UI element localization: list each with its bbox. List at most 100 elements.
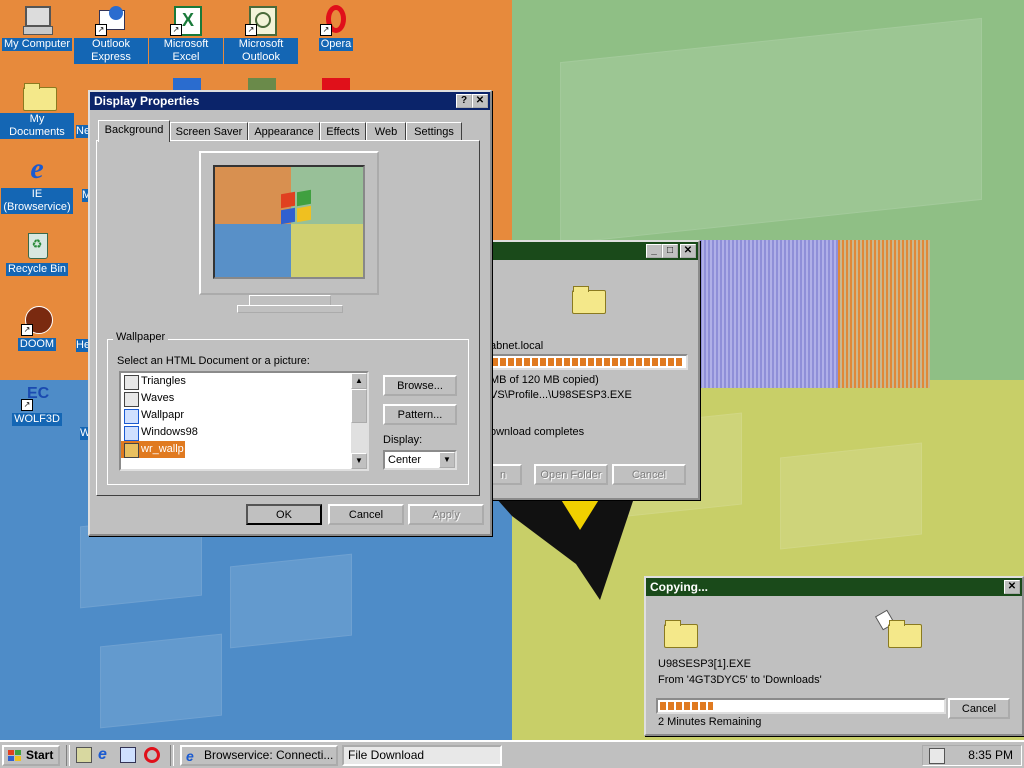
desktop-icon-label: Opera xyxy=(318,38,354,51)
internet-explorer-icon: e xyxy=(186,748,194,764)
html-document-icon xyxy=(124,426,139,441)
cancel-download-button[interactable]: Cancel xyxy=(612,464,686,485)
display-properties-window: Display Properties ? ✕ Background Screen… xyxy=(88,90,492,536)
tab-appearance[interactable]: Appearance xyxy=(248,122,320,141)
desktop-icon-opera[interactable]: ↗ Opera xyxy=(299,4,373,51)
download-source: abnet.local xyxy=(490,340,544,352)
close-button[interactable]: ✕ xyxy=(472,94,488,108)
download-path-text: VS\Profile...\U98SESP3.EXE xyxy=(490,389,632,401)
wallpaper-tile xyxy=(100,633,222,729)
file-download-titlebar[interactable]: _ □ ✕ xyxy=(486,242,698,260)
display-select[interactable]: Center ▼ xyxy=(383,450,457,470)
apply-button[interactable]: Apply xyxy=(408,504,484,525)
monitor-preview xyxy=(199,151,379,295)
tab-effects[interactable]: Effects xyxy=(320,122,366,141)
internet-explorer-icon[interactable]: e xyxy=(98,747,114,763)
cancel-button[interactable]: Cancel xyxy=(328,504,404,525)
list-item[interactable]: Triangles xyxy=(121,373,367,390)
close-button[interactable]: ✕ xyxy=(1004,580,1020,594)
tab-background[interactable]: Background xyxy=(98,120,170,142)
wallpaper-tile xyxy=(780,442,922,550)
taskbar-divider xyxy=(66,745,70,766)
tab-settings[interactable]: Settings xyxy=(406,122,462,141)
wallpaper-list-scrollbar[interactable]: ▲ ▼ xyxy=(351,373,367,469)
task-label: File Download xyxy=(348,748,425,762)
task-button-browservice[interactable]: e Browservice: Connecti... xyxy=(180,745,338,766)
tab-panel: Wallpaper Select an HTML Document or a p… xyxy=(96,140,480,496)
desktop-icon-label: My Documents xyxy=(0,113,74,139)
destination-folder-icon xyxy=(888,620,922,648)
outlook-icon: ↗ xyxy=(245,4,277,36)
system-tray: 8:35 PM xyxy=(922,745,1022,766)
clock[interactable]: 8:35 PM xyxy=(968,748,1013,762)
ok-button[interactable]: OK xyxy=(246,504,322,525)
opera-icon[interactable] xyxy=(144,747,160,763)
desktop-icon-wolf3d[interactable]: EC ↗ WOLF3D xyxy=(0,379,74,426)
download-progress-fill xyxy=(492,358,684,366)
copying-window: Copying... ✕ U98SESP3[1].EXE From '4GT3D… xyxy=(644,576,1024,736)
display-select-value: Center xyxy=(388,454,422,466)
maximize-button[interactable]: □ xyxy=(662,244,678,258)
wallpaper-list[interactable]: Triangles Waves Wallpapr Windows98 wr_wa… xyxy=(119,371,369,471)
scheduler-icon[interactable] xyxy=(929,748,945,764)
list-item[interactable]: Windows98 xyxy=(121,424,367,441)
tab-web[interactable]: Web xyxy=(366,122,406,141)
desktop-icon-label: Microsoft Outlook xyxy=(224,38,298,64)
minimize-button[interactable]: _ xyxy=(646,244,662,258)
copying-progress-bar xyxy=(656,698,946,714)
help-button[interactable]: ? xyxy=(456,94,472,108)
cancel-copy-button[interactable]: Cancel xyxy=(948,698,1010,719)
list-item[interactable]: Wallpapr xyxy=(121,407,367,424)
desktop-icon-label: IE (Browservice) xyxy=(1,188,73,214)
bitmap-icon xyxy=(124,375,139,390)
pattern-button[interactable]: Pattern... xyxy=(383,404,457,425)
browse-button[interactable]: Browse... xyxy=(383,375,457,396)
bitmap-icon xyxy=(124,392,139,407)
open-folder-button[interactable]: Open Folder xyxy=(534,464,608,485)
desktop-icon-label: DOOM xyxy=(17,338,57,351)
desktop-icon-doom[interactable]: ↗ DOOM xyxy=(0,304,74,351)
copying-progress-fill xyxy=(660,702,714,710)
desktop-icon-label: WOLF3D xyxy=(12,413,62,426)
start-button[interactable]: Start xyxy=(2,745,60,766)
list-item-selected[interactable]: wr_wallp xyxy=(121,441,185,458)
desktop-icon-excel[interactable]: X ↗ Microsoft Excel xyxy=(149,4,223,64)
desktop-icon-outlook-express[interactable]: ↗ Outlook Express xyxy=(74,4,148,64)
scroll-up-icon[interactable]: ▲ xyxy=(351,373,367,389)
tab-screen-saver[interactable]: Screen Saver xyxy=(170,122,248,141)
list-item[interactable]: Waves xyxy=(121,390,367,407)
excel-icon: X ↗ xyxy=(170,4,202,36)
time-remaining: 2 Minutes Remaining xyxy=(658,716,762,728)
bitmap-icon xyxy=(124,443,139,458)
desktop-icon-recycle-bin[interactable]: ♻ Recycle Bin xyxy=(0,229,74,276)
html-document-icon xyxy=(124,409,139,424)
show-desktop-icon[interactable] xyxy=(76,747,92,763)
display-properties-titlebar[interactable]: Display Properties ? ✕ xyxy=(90,92,490,110)
scroll-down-icon[interactable]: ▼ xyxy=(351,453,367,469)
folder-icon xyxy=(572,286,606,314)
chevron-down-icon[interactable]: ▼ xyxy=(439,452,455,468)
doom-icon: ↗ xyxy=(21,304,53,336)
scroll-thumb[interactable] xyxy=(351,389,367,423)
desktop-icon-outlook[interactable]: ↗ Microsoft Outlook xyxy=(224,4,298,64)
window-title: Copying... xyxy=(650,580,708,594)
copying-titlebar[interactable]: Copying... ✕ xyxy=(646,578,1022,596)
tab-strip: Background Screen Saver Appearance Effec… xyxy=(98,120,478,142)
close-button[interactable]: ✕ xyxy=(680,244,696,258)
start-label: Start xyxy=(26,748,54,762)
task-button-file-download[interactable]: File Download xyxy=(342,745,502,766)
outlook-express-icon[interactable] xyxy=(120,747,136,763)
window-title: Display Properties xyxy=(94,94,200,108)
download-progress-bar xyxy=(488,354,688,370)
desktop-icon-ie-browservice[interactable]: e IE (Browservice) xyxy=(0,154,74,214)
outlook-express-icon: ↗ xyxy=(95,4,127,36)
windows-flag-icon xyxy=(275,189,315,227)
recycle-bin-icon: ♻ xyxy=(21,229,53,261)
monitor-base xyxy=(237,305,343,313)
desktop-icon-label: Microsoft Excel xyxy=(149,38,223,64)
desktop-icon-label: My Computer xyxy=(1,38,73,51)
task-label: Browservice: Connecti... xyxy=(204,748,334,762)
desktop-icon-my-computer[interactable]: My Computer xyxy=(0,4,74,51)
desktop-icon-my-documents[interactable]: My Documents xyxy=(0,79,74,139)
desktop: My Computer ↗ Outlook Express X ↗ Micros… xyxy=(0,0,1024,740)
